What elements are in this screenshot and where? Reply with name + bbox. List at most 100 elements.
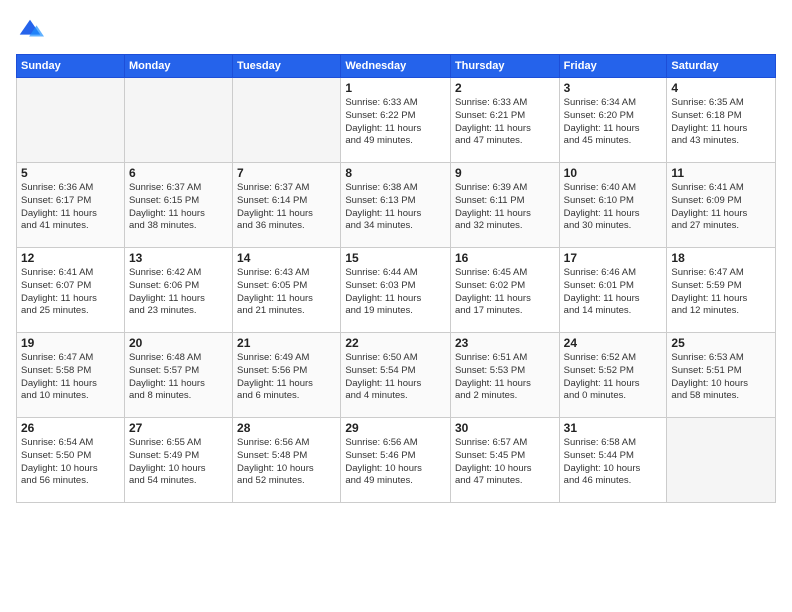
- day-number: 14: [237, 251, 336, 265]
- day-info: Sunrise: 6:53 AM Sunset: 5:51 PM Dayligh…: [671, 352, 771, 403]
- day-number: 30: [455, 421, 555, 435]
- day-info: Sunrise: 6:38 AM Sunset: 6:13 PM Dayligh…: [345, 182, 446, 233]
- day-info: Sunrise: 6:56 AM Sunset: 5:48 PM Dayligh…: [237, 437, 336, 488]
- calendar-day-cell: 7 Sunrise: 6:37 AM Sunset: 6:14 PM Daylig…: [233, 163, 341, 248]
- calendar-day-cell: 22 Sunrise: 6:50 AM Sunset: 5:54 PM Dayli…: [341, 333, 451, 418]
- calendar-day-header: Sunday: [17, 55, 125, 78]
- calendar-day-cell: 21 Sunrise: 6:49 AM Sunset: 5:56 PM Dayli…: [233, 333, 341, 418]
- calendar-day-cell: 4 Sunrise: 6:35 AM Sunset: 6:18 PM Daylig…: [667, 78, 776, 163]
- calendar-day-cell: 31Sunrise: 6:58 AM Sunset: 5:44 PM Dayli…: [559, 418, 667, 503]
- calendar-week-row: 12Sunrise: 6:41 AM Sunset: 6:07 PM Dayli…: [17, 248, 776, 333]
- day-info: Sunrise: 6:48 AM Sunset: 5:57 PM Dayligh…: [129, 352, 228, 403]
- calendar-day-header: Friday: [559, 55, 667, 78]
- day-number: 17: [564, 251, 663, 265]
- day-info: Sunrise: 6:44 AM Sunset: 6:03 PM Dayligh…: [345, 267, 446, 318]
- calendar-day-cell: [233, 78, 341, 163]
- day-number: 12: [21, 251, 120, 265]
- day-number: 9: [455, 166, 555, 180]
- day-number: 18: [671, 251, 771, 265]
- day-info: Sunrise: 6:39 AM Sunset: 6:11 PM Dayligh…: [455, 182, 555, 233]
- calendar-day-cell: 18 Sunrise: 6:47 AM Sunset: 5:59 PM Dayli…: [667, 248, 776, 333]
- logo-icon: [16, 16, 44, 44]
- calendar-day-cell: 24 Sunrise: 6:52 AM Sunset: 5:52 PM Dayli…: [559, 333, 667, 418]
- day-info: Sunrise: 6:33 AM Sunset: 6:22 PM Dayligh…: [345, 97, 446, 148]
- page-header: [16, 16, 776, 44]
- day-info: Sunrise: 6:43 AM Sunset: 6:05 PM Dayligh…: [237, 267, 336, 318]
- calendar-day-cell: 15 Sunrise: 6:44 AM Sunset: 6:03 PM Dayli…: [341, 248, 451, 333]
- day-info: Sunrise: 6:52 AM Sunset: 5:52 PM Dayligh…: [564, 352, 663, 403]
- calendar-day-cell: 20 Sunrise: 6:48 AM Sunset: 5:57 PM Dayli…: [124, 333, 232, 418]
- day-info: Sunrise: 6:36 AM Sunset: 6:17 PM Dayligh…: [21, 182, 120, 233]
- day-number: 24: [564, 336, 663, 350]
- day-info: Sunrise: 6:51 AM Sunset: 5:53 PM Dayligh…: [455, 352, 555, 403]
- day-info: Sunrise: 6:37 AM Sunset: 6:15 PM Dayligh…: [129, 182, 228, 233]
- day-number: 26: [21, 421, 120, 435]
- calendar-day-cell: 28 Sunrise: 6:56 AM Sunset: 5:48 PM Dayli…: [233, 418, 341, 503]
- day-number: 10: [564, 166, 663, 180]
- day-info: Sunrise: 6:37 AM Sunset: 6:14 PM Dayligh…: [237, 182, 336, 233]
- day-number: 22: [345, 336, 446, 350]
- calendar-day-cell: 14 Sunrise: 6:43 AM Sunset: 6:05 PM Dayli…: [233, 248, 341, 333]
- day-info: Sunrise: 6:47 AM Sunset: 5:59 PM Dayligh…: [671, 267, 771, 318]
- calendar-day-header: Saturday: [667, 55, 776, 78]
- day-info: Sunrise: 6:54 AM Sunset: 5:50 PM Dayligh…: [21, 437, 120, 488]
- calendar-day-cell: 6 Sunrise: 6:37 AM Sunset: 6:15 PM Daylig…: [124, 163, 232, 248]
- day-number: 2: [455, 81, 555, 95]
- day-number: 19: [21, 336, 120, 350]
- day-number: 25: [671, 336, 771, 350]
- day-number: 29: [345, 421, 446, 435]
- day-info: Sunrise: 6:33 AM Sunset: 6:21 PM Dayligh…: [455, 97, 555, 148]
- logo: [16, 16, 48, 44]
- calendar-day-cell: 1Sunrise: 6:33 AM Sunset: 6:22 PM Daylig…: [341, 78, 451, 163]
- calendar-header-row: SundayMondayTuesdayWednesdayThursdayFrid…: [17, 55, 776, 78]
- calendar-day-header: Tuesday: [233, 55, 341, 78]
- day-number: 5: [21, 166, 120, 180]
- calendar-day-cell: 13Sunrise: 6:42 AM Sunset: 6:06 PM Dayli…: [124, 248, 232, 333]
- calendar-day-cell: 9 Sunrise: 6:39 AM Sunset: 6:11 PM Daylig…: [450, 163, 559, 248]
- calendar-day-cell: 12Sunrise: 6:41 AM Sunset: 6:07 PM Dayli…: [17, 248, 125, 333]
- day-number: 21: [237, 336, 336, 350]
- calendar-day-cell: 5 Sunrise: 6:36 AM Sunset: 6:17 PM Daylig…: [17, 163, 125, 248]
- calendar-week-row: 26 Sunrise: 6:54 AM Sunset: 5:50 PM Dayli…: [17, 418, 776, 503]
- calendar-day-cell: 2 Sunrise: 6:33 AM Sunset: 6:21 PM Daylig…: [450, 78, 559, 163]
- day-number: 11: [671, 166, 771, 180]
- calendar-day-cell: 23 Sunrise: 6:51 AM Sunset: 5:53 PM Dayli…: [450, 333, 559, 418]
- calendar-week-row: 5 Sunrise: 6:36 AM Sunset: 6:17 PM Daylig…: [17, 163, 776, 248]
- day-info: Sunrise: 6:45 AM Sunset: 6:02 PM Dayligh…: [455, 267, 555, 318]
- calendar-day-cell: 3 Sunrise: 6:34 AM Sunset: 6:20 PM Daylig…: [559, 78, 667, 163]
- calendar-day-header: Wednesday: [341, 55, 451, 78]
- day-number: 4: [671, 81, 771, 95]
- calendar-day-cell: 30 Sunrise: 6:57 AM Sunset: 5:45 PM Dayli…: [450, 418, 559, 503]
- day-number: 16: [455, 251, 555, 265]
- day-number: 23: [455, 336, 555, 350]
- day-info: Sunrise: 6:34 AM Sunset: 6:20 PM Dayligh…: [564, 97, 663, 148]
- day-info: Sunrise: 6:41 AM Sunset: 6:09 PM Dayligh…: [671, 182, 771, 233]
- day-number: 15: [345, 251, 446, 265]
- calendar-day-cell: 25 Sunrise: 6:53 AM Sunset: 5:51 PM Dayli…: [667, 333, 776, 418]
- calendar-day-cell: 11 Sunrise: 6:41 AM Sunset: 6:09 PM Dayli…: [667, 163, 776, 248]
- calendar-day-header: Thursday: [450, 55, 559, 78]
- day-number: 28: [237, 421, 336, 435]
- calendar-day-cell: 26 Sunrise: 6:54 AM Sunset: 5:50 PM Dayli…: [17, 418, 125, 503]
- calendar-day-cell: 19 Sunrise: 6:47 AM Sunset: 5:58 PM Dayli…: [17, 333, 125, 418]
- day-number: 27: [129, 421, 228, 435]
- calendar-day-cell: 10Sunrise: 6:40 AM Sunset: 6:10 PM Dayli…: [559, 163, 667, 248]
- day-info: Sunrise: 6:35 AM Sunset: 6:18 PM Dayligh…: [671, 97, 771, 148]
- calendar-day-cell: [17, 78, 125, 163]
- day-info: Sunrise: 6:47 AM Sunset: 5:58 PM Dayligh…: [21, 352, 120, 403]
- day-number: 3: [564, 81, 663, 95]
- calendar-day-cell: [124, 78, 232, 163]
- day-number: 20: [129, 336, 228, 350]
- day-info: Sunrise: 6:57 AM Sunset: 5:45 PM Dayligh…: [455, 437, 555, 488]
- day-number: 7: [237, 166, 336, 180]
- calendar-day-cell: 17 Sunrise: 6:46 AM Sunset: 6:01 PM Dayli…: [559, 248, 667, 333]
- day-info: Sunrise: 6:50 AM Sunset: 5:54 PM Dayligh…: [345, 352, 446, 403]
- day-info: Sunrise: 6:55 AM Sunset: 5:49 PM Dayligh…: [129, 437, 228, 488]
- day-number: 6: [129, 166, 228, 180]
- day-info: Sunrise: 6:49 AM Sunset: 5:56 PM Dayligh…: [237, 352, 336, 403]
- day-number: 31: [564, 421, 663, 435]
- calendar-day-header: Monday: [124, 55, 232, 78]
- day-number: 8: [345, 166, 446, 180]
- calendar-day-cell: 27 Sunrise: 6:55 AM Sunset: 5:49 PM Dayli…: [124, 418, 232, 503]
- day-info: Sunrise: 6:46 AM Sunset: 6:01 PM Dayligh…: [564, 267, 663, 318]
